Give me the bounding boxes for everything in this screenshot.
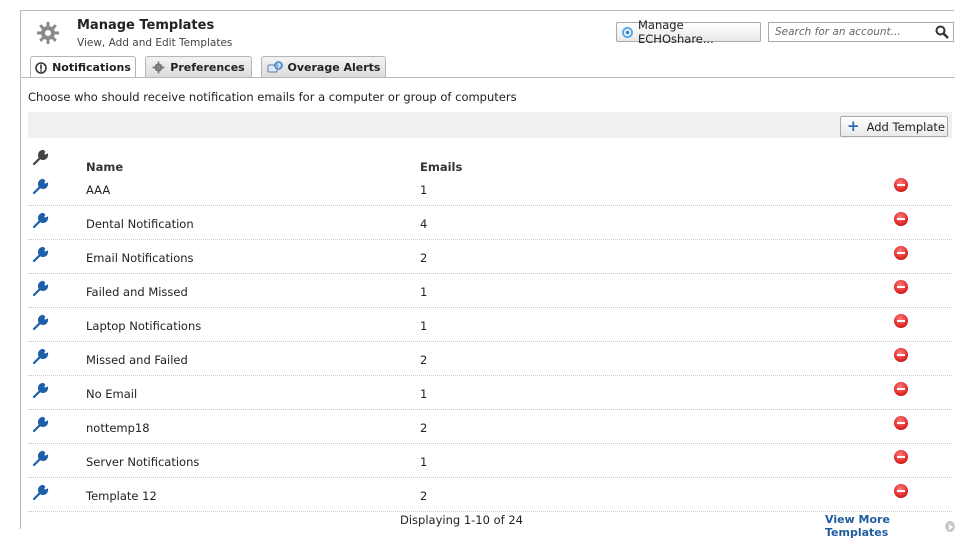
template-name: Template 12 [86, 489, 157, 503]
table-row: Server Notifications 1 [28, 444, 952, 478]
delete-icon[interactable] [894, 178, 908, 192]
search-icon[interactable] [935, 25, 949, 39]
template-emails: 1 [420, 319, 428, 333]
account-search [768, 22, 954, 42]
edit-wrench-icon[interactable] [32, 415, 50, 433]
alert-icon: ? [267, 60, 283, 72]
table-row: nottemp18 2 [28, 410, 952, 444]
template-name: Server Notifications [86, 455, 200, 469]
delete-icon[interactable] [894, 484, 908, 498]
wrench-icon [32, 149, 49, 166]
add-template-label: Add Template [866, 119, 945, 134]
template-emails: 4 [420, 217, 428, 231]
manage-echoshare-button[interactable]: Manage ECHOshare... [616, 18, 761, 46]
tab-preferences-label: Preferences [170, 60, 245, 74]
edit-wrench-icon[interactable] [32, 177, 50, 195]
table-row: Dental Notification 4 [28, 206, 952, 240]
template-emails: 1 [420, 387, 428, 401]
delete-icon[interactable] [894, 348, 908, 362]
page-subtitle: View, Add and Edit Templates [77, 37, 233, 49]
pagination-status: Displaying 1-10 of 24 [400, 513, 523, 527]
plus-icon: + [847, 117, 860, 135]
tab-overage-alerts-label: Overage Alerts [287, 60, 381, 74]
tab-divider [20, 77, 955, 78]
template-emails: 2 [420, 421, 428, 435]
delete-icon[interactable] [894, 280, 908, 294]
template-name: Failed and Missed [86, 285, 188, 299]
template-emails: 2 [420, 353, 428, 367]
template-emails: 2 [420, 489, 428, 503]
tab-preferences[interactable]: Preferences [145, 56, 252, 77]
edit-wrench-icon[interactable] [32, 211, 50, 229]
template-name: Laptop Notifications [86, 319, 202, 333]
gear-icon [37, 22, 59, 44]
notification-icon [35, 61, 47, 74]
table-row: Missed and Failed 2 [28, 342, 952, 376]
delete-icon[interactable] [894, 416, 908, 430]
template-name: No Email [86, 387, 138, 401]
table-toolbar [28, 112, 952, 138]
tab-bar: Notifications Preferences ? Overage Aler… [30, 56, 395, 78]
tab-notifications[interactable]: Notifications [30, 56, 136, 78]
table-row: Template 12 2 [28, 478, 952, 512]
template-name: Missed and Failed [86, 353, 188, 367]
add-template-button[interactable]: + Add Template [840, 116, 948, 137]
table-row: Email Notifications 2 [28, 240, 952, 274]
edit-wrench-icon[interactable] [32, 483, 50, 501]
delete-icon[interactable] [894, 382, 908, 396]
template-emails: 1 [420, 183, 428, 197]
tab-overage-alerts[interactable]: ? Overage Alerts [261, 56, 386, 77]
delete-icon[interactable] [894, 450, 908, 464]
template-name: nottemp18 [86, 421, 150, 435]
view-more-templates-link[interactable]: View More Templates [825, 513, 955, 539]
page-title: Manage Templates [77, 18, 215, 33]
edit-wrench-icon[interactable] [32, 245, 50, 263]
template-emails: 1 [420, 285, 428, 299]
arrow-right-icon [945, 520, 955, 532]
template-emails: 2 [420, 251, 428, 265]
tab-notifications-label: Notifications [52, 61, 131, 74]
delete-icon[interactable] [894, 246, 908, 260]
echoshare-icon [622, 26, 633, 38]
svg-text:?: ? [277, 62, 281, 69]
edit-wrench-icon[interactable] [32, 347, 50, 365]
edit-wrench-icon[interactable] [32, 449, 50, 467]
table-row: Failed and Missed 1 [28, 274, 952, 308]
table-row: Laptop Notifications 1 [28, 308, 952, 342]
table-row: AAA 1 [28, 172, 952, 206]
template-name: Email Notifications [86, 251, 194, 265]
template-name: Dental Notification [86, 217, 194, 231]
manage-echoshare-label: Manage ECHOshare... [638, 18, 714, 46]
table-row: No Email 1 [28, 376, 952, 410]
page-description: Choose who should receive notification e… [28, 90, 517, 104]
search-input[interactable] [773, 25, 927, 39]
template-name: AAA [86, 183, 111, 197]
view-more-label: View More Templates [825, 513, 890, 539]
delete-icon[interactable] [894, 314, 908, 328]
delete-icon[interactable] [894, 212, 908, 226]
template-emails: 1 [420, 455, 428, 469]
edit-wrench-icon[interactable] [32, 279, 50, 297]
gear-icon [152, 61, 165, 73]
edit-wrench-icon[interactable] [32, 381, 50, 399]
edit-wrench-icon[interactable] [32, 313, 50, 331]
